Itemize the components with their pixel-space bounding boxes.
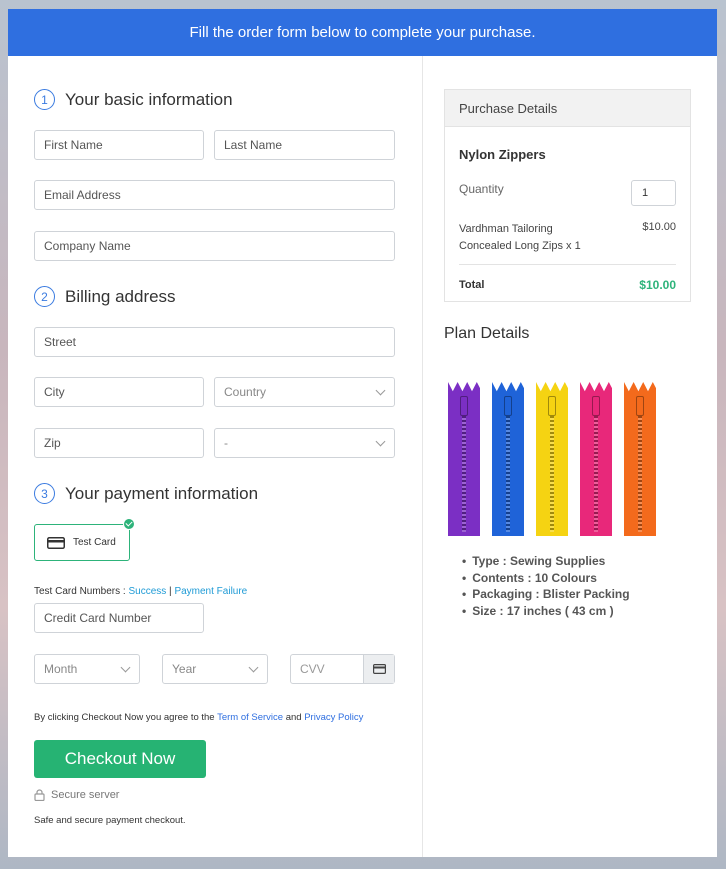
zip-field[interactable]: Zip bbox=[34, 428, 204, 458]
state-select-value: - bbox=[224, 436, 228, 450]
feature-item: Type : Sewing Supplies bbox=[462, 553, 630, 570]
credit-card-icon bbox=[372, 664, 386, 674]
terms-of-service-link[interactable]: Term of Service bbox=[217, 712, 283, 723]
country-select[interactable]: Country bbox=[214, 377, 395, 407]
payment-failure-link[interactable]: Payment Failure bbox=[174, 586, 247, 597]
order-form-card: 1 Your basic information First Name Last… bbox=[8, 56, 717, 857]
zipper-swatch bbox=[624, 378, 656, 536]
chevron-down-icon bbox=[120, 662, 131, 672]
feature-item: Packaging : Blister Packing bbox=[462, 586, 629, 603]
zipper-pull bbox=[460, 396, 468, 416]
country-select-value: Country bbox=[224, 385, 267, 399]
selected-check-icon bbox=[123, 518, 135, 530]
zipper-swatch bbox=[536, 378, 568, 536]
section-payment-title: Your payment information bbox=[65, 483, 259, 503]
column-divider bbox=[422, 56, 423, 857]
success-link[interactable]: Success bbox=[128, 586, 166, 597]
city-field[interactable]: City bbox=[34, 377, 204, 407]
safe-checkout-text: Safe and secure payment checkout. bbox=[34, 815, 186, 826]
zipper-teeth bbox=[506, 404, 510, 532]
zipper-pull bbox=[636, 396, 644, 416]
email-field[interactable]: Email Address bbox=[34, 180, 395, 210]
card-icon-addon bbox=[363, 655, 394, 683]
section-basic-title: Your basic information bbox=[65, 89, 233, 109]
line-item-line1: Vardhman Tailoring bbox=[459, 223, 553, 235]
zipper-teeth bbox=[462, 404, 466, 532]
test-card-option[interactable]: Test Card bbox=[34, 518, 135, 561]
test-card-numbers-label: Test Card Numbers : bbox=[34, 586, 129, 597]
line-item-price: $10.00 bbox=[642, 221, 676, 233]
test-card-numbers: Test Card Numbers : Success | Payment Fa… bbox=[34, 586, 247, 597]
lock-icon bbox=[34, 789, 45, 801]
street-field[interactable]: Street bbox=[34, 327, 395, 357]
total-label: Total bbox=[459, 279, 485, 291]
zipper-swatch bbox=[580, 378, 612, 536]
cvv-placeholder: CVV bbox=[300, 662, 325, 676]
zipper-pull bbox=[504, 396, 512, 416]
chevron-down-icon bbox=[248, 662, 259, 672]
chevron-down-icon bbox=[375, 385, 386, 395]
section-payment: 3 Your payment information bbox=[34, 483, 258, 504]
state-select[interactable]: - bbox=[214, 428, 395, 458]
cvv-field[interactable]: CVV bbox=[290, 654, 395, 684]
zipper-product-image bbox=[444, 378, 674, 540]
total-divider bbox=[459, 264, 676, 265]
month-select-value: Month bbox=[44, 662, 78, 676]
test-card-label: Test Card bbox=[73, 537, 116, 548]
feature-item: Contents : 10 Colours bbox=[462, 570, 630, 587]
year-select-value: Year bbox=[172, 662, 197, 676]
zipper-swatch bbox=[448, 378, 480, 536]
first-name-field[interactable]: First Name bbox=[34, 130, 204, 160]
company-field[interactable]: Company Name bbox=[34, 231, 395, 261]
secure-server-note: Secure server bbox=[34, 789, 119, 801]
chevron-down-icon bbox=[375, 436, 386, 446]
line-item-line2: Concealed Long Zips x 1 bbox=[459, 239, 581, 252]
year-select[interactable]: Year bbox=[162, 654, 268, 684]
terms-prefix: By clicking Checkout Now you agree to th… bbox=[34, 712, 218, 723]
plan-features-list: Type : Sewing Supplies Contents : 10 Col… bbox=[462, 553, 630, 620]
terms-text: By clicking Checkout Now you agree to th… bbox=[34, 712, 363, 723]
section-billing: 2 Billing address bbox=[34, 286, 176, 307]
feature-item: Size : 17 inches ( 43 cm ) bbox=[462, 603, 630, 620]
zipper-pull bbox=[548, 396, 556, 416]
privacy-policy-link[interactable]: Privacy Policy bbox=[304, 712, 363, 723]
secure-server-label: Secure server bbox=[51, 789, 120, 801]
header-banner: Fill the order form below to complete yo… bbox=[8, 9, 717, 56]
zipper-pull bbox=[592, 396, 600, 416]
zipper-teeth bbox=[594, 404, 598, 532]
terms-and: and bbox=[283, 712, 305, 723]
plan-details-title: Plan Details bbox=[444, 325, 530, 342]
section-billing-title: Billing address bbox=[65, 286, 176, 306]
product-name: Nylon Zippers bbox=[459, 147, 546, 162]
purchase-details-header: Purchase Details bbox=[445, 90, 690, 127]
purchase-details-box: Purchase Details Nylon Zippers Quantity … bbox=[444, 89, 691, 302]
zipper-swatch bbox=[492, 378, 524, 536]
month-select[interactable]: Month bbox=[34, 654, 140, 684]
step-2-badge: 2 bbox=[34, 286, 55, 307]
step-1-badge: 1 bbox=[34, 89, 55, 110]
credit-card-icon bbox=[47, 536, 65, 549]
line-item-description: Vardhman Tailoring Concealed Long Zips x… bbox=[459, 221, 581, 254]
credit-card-number-field[interactable]: Credit Card Number bbox=[34, 603, 204, 633]
last-name-field[interactable]: Last Name bbox=[214, 130, 395, 160]
total-value: $10.00 bbox=[639, 278, 676, 292]
zipper-teeth bbox=[550, 404, 554, 532]
quantity-label: Quantity bbox=[459, 182, 504, 196]
section-basic-info: 1 Your basic information bbox=[34, 89, 233, 110]
step-3-badge: 3 bbox=[34, 483, 55, 504]
checkout-now-button[interactable]: Checkout Now bbox=[34, 740, 206, 778]
quantity-input[interactable]: 1 bbox=[631, 180, 676, 206]
zipper-teeth bbox=[638, 404, 642, 532]
